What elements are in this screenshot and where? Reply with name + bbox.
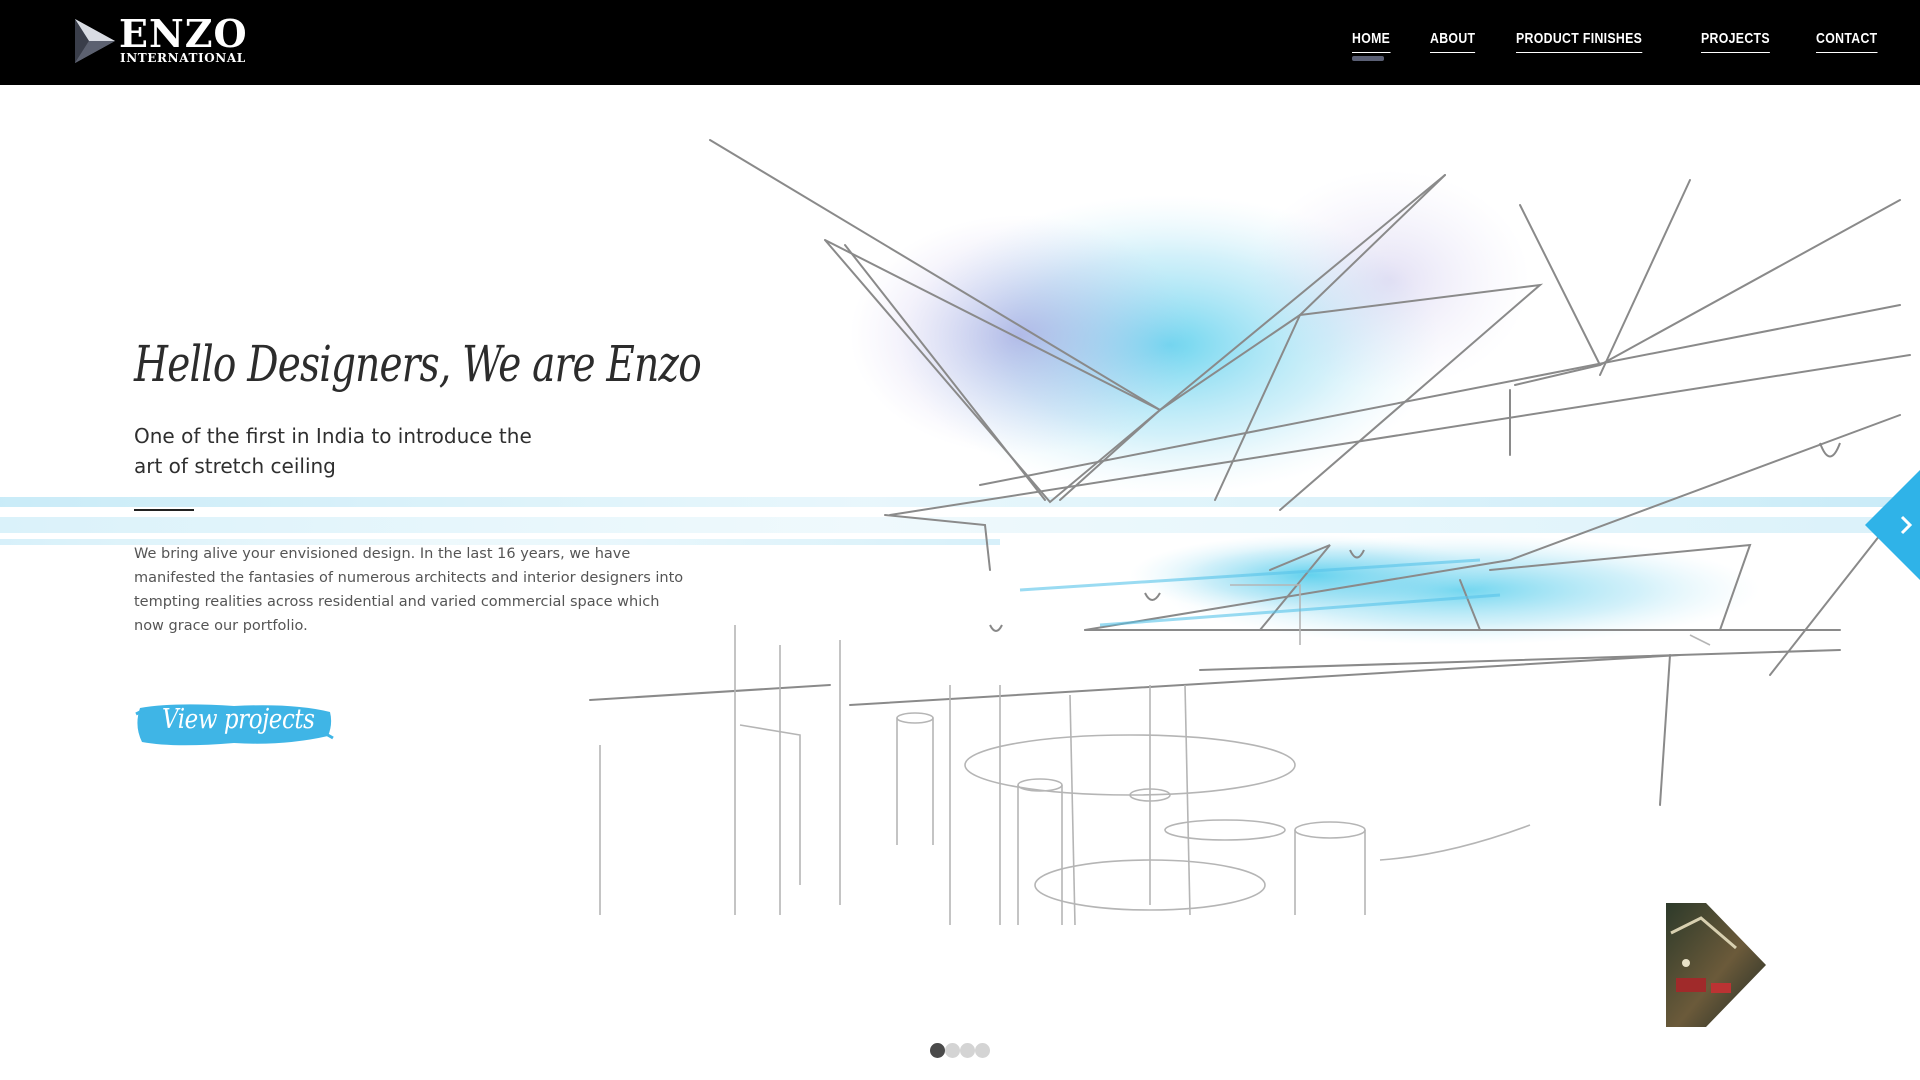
hero-subheading: One of the first in India to introduce t… — [134, 424, 532, 478]
nav-active-indicator — [1352, 56, 1385, 61]
brand-name: ENZO — [119, 11, 248, 56]
brand-logo[interactable]: ENZO INTERNATIONAL — [73, 15, 253, 67]
hero-headline: Hello Designers, We are Enzo — [134, 335, 702, 393]
view-projects-button[interactable]: View projects — [134, 698, 334, 750]
slider-next-button[interactable] — [1865, 470, 1920, 580]
logo-triangle-icon — [75, 19, 115, 63]
slider-pagination — [930, 1043, 990, 1058]
brand-subtitle: INTERNATIONAL — [120, 51, 246, 65]
slide-dot-4[interactable] — [975, 1043, 990, 1058]
hero-description: We bring alive your envisioned design. I… — [134, 546, 684, 634]
slide-dot-3[interactable] — [960, 1043, 975, 1058]
nav-item-home[interactable]: HOME — [1352, 28, 1399, 61]
view-projects-label: View projects — [162, 704, 315, 735]
nav-item-about[interactable]: ABOUT — [1429, 28, 1485, 53]
next-slide-thumbnail[interactable] — [1666, 903, 1766, 1027]
slide-dot-1[interactable] — [930, 1043, 945, 1058]
nav-item-product-finishes[interactable]: PRODUCT FINISHES — [1516, 28, 1670, 53]
hero-slider: Hello Designers, We are Enzo One of the … — [0, 85, 1920, 1080]
nav-item-contact[interactable]: CONTACT — [1815, 28, 1891, 53]
hero-divider — [134, 509, 194, 511]
site-header: ENZO INTERNATIONAL HOME ABOUT PRODUCT FI… — [0, 0, 1920, 85]
chevron-right-icon — [1865, 470, 1920, 580]
nav-link-contact[interactable]: CONTACT — [1815, 28, 1878, 53]
slide-dot-2[interactable] — [945, 1043, 960, 1058]
nav-link-about[interactable]: ABOUT — [1429, 28, 1476, 53]
nav-link-product-finishes[interactable]: PRODUCT FINISHES — [1516, 28, 1643, 53]
thumbnail-arrow-image — [1666, 903, 1766, 1027]
nav-item-projects[interactable]: PROJECTS — [1700, 28, 1785, 53]
nav-link-home[interactable]: HOME — [1352, 28, 1391, 53]
main-nav: HOME ABOUT PRODUCT FINISHES PROJECTS CON… — [1352, 28, 1891, 61]
nav-link-projects[interactable]: PROJECTS — [1700, 28, 1770, 53]
